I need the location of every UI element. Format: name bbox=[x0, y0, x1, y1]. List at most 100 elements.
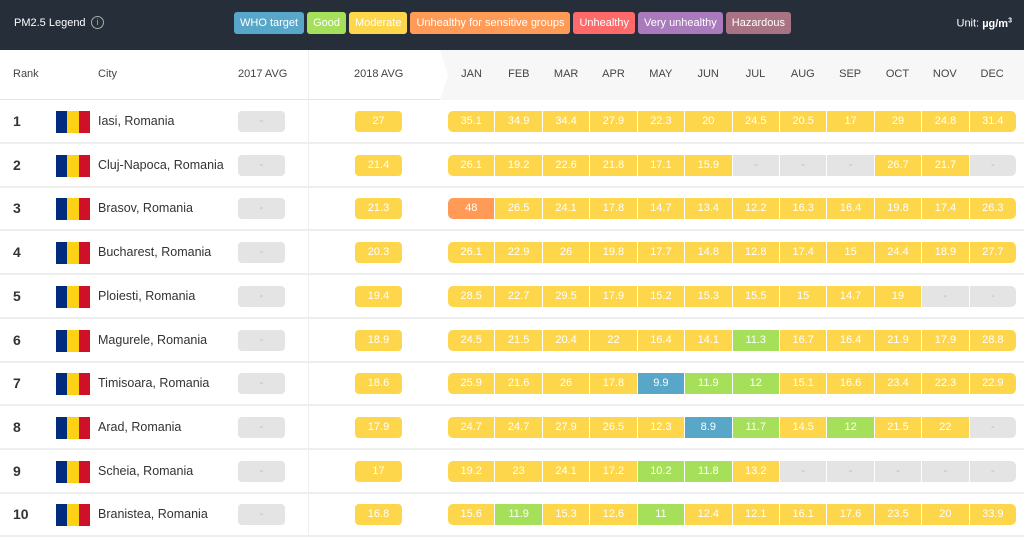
month-cell[interactable]: 23.4 bbox=[874, 373, 923, 395]
month-cell[interactable]: - bbox=[827, 460, 875, 482]
header-month[interactable]: JAN bbox=[448, 68, 495, 80]
month-cell[interactable]: 28.8 bbox=[969, 329, 1016, 351]
month-cell[interactable]: 22.9 bbox=[969, 373, 1016, 395]
month-cell[interactable]: 18.9 bbox=[922, 242, 970, 264]
month-cell[interactable]: - bbox=[827, 154, 875, 176]
legend-chip[interactable]: Good bbox=[307, 12, 346, 34]
month-cell[interactable]: 15 bbox=[827, 242, 875, 264]
month-cell[interactable]: 15.2 bbox=[637, 285, 686, 307]
header-month[interactable]: MAR bbox=[543, 68, 590, 80]
table-row[interactable]: 8 Arad, Romania - 17.9 24.7 24.7 27.9 26.5 1… bbox=[0, 405, 1024, 450]
month-cell[interactable]: - bbox=[922, 460, 970, 482]
month-cell[interactable]: 23.5 bbox=[874, 504, 923, 526]
table-row[interactable]: 9 Scheia, Romania - 17 19.2 23 24.1 17.2 10.… bbox=[0, 449, 1024, 494]
header-rank[interactable]: Rank bbox=[13, 68, 39, 80]
month-cell[interactable]: 22 bbox=[922, 416, 970, 438]
month-cell[interactable]: 17.1 bbox=[637, 154, 686, 176]
city-name[interactable]: Cluj-Napoca, Romania bbox=[98, 158, 226, 172]
month-cell[interactable]: 19.8 bbox=[874, 198, 923, 220]
month-cell[interactable]: 11 bbox=[637, 504, 686, 526]
month-cell[interactable]: 17.4 bbox=[922, 198, 970, 220]
month-cell[interactable]: 26.7 bbox=[874, 154, 923, 176]
city-name[interactable]: Ploiesti, Romania bbox=[98, 289, 226, 303]
month-cell[interactable]: 24.7 bbox=[495, 416, 543, 438]
month-cell[interactable]: 16.1 bbox=[779, 504, 828, 526]
month-cell[interactable]: 16.3 bbox=[779, 198, 828, 220]
header-month[interactable]: JUN bbox=[685, 68, 732, 80]
legend-chip[interactable]: Very unhealthy bbox=[638, 12, 723, 34]
month-cell[interactable]: 21.5 bbox=[874, 416, 923, 438]
city-name[interactable]: Iasi, Romania bbox=[98, 114, 226, 128]
month-cell[interactable]: 20 bbox=[922, 504, 970, 526]
table-row[interactable]: 5 Ploiesti, Romania - 19.4 28.5 22.7 29.5 1… bbox=[0, 274, 1024, 319]
month-cell[interactable]: 26.3 bbox=[969, 198, 1016, 220]
month-cell[interactable]: 12.8 bbox=[732, 242, 780, 264]
city-name[interactable]: Bucharest, Romania bbox=[98, 245, 226, 259]
month-cell[interactable]: - bbox=[969, 460, 1016, 482]
month-cell[interactable]: 22.9 bbox=[495, 242, 543, 264]
month-cell[interactable]: 21.6 bbox=[495, 373, 543, 395]
header-month[interactable]: FEB bbox=[495, 68, 542, 80]
month-cell[interactable]: 15.5 bbox=[732, 285, 780, 307]
month-cell[interactable]: 15.6 bbox=[448, 504, 496, 526]
month-cell[interactable]: 16.4 bbox=[827, 198, 875, 220]
legend-chip[interactable]: Moderate bbox=[349, 12, 408, 34]
city-name[interactable]: Branistea, Romania bbox=[98, 507, 226, 521]
table-row[interactable]: 1 Iasi, Romania - 27 35.1 34.9 34.4 27.9 22.… bbox=[0, 100, 1024, 144]
month-cell[interactable]: 26.1 bbox=[448, 154, 496, 176]
month-cell[interactable]: 26 bbox=[542, 242, 591, 264]
month-cell[interactable]: 12.3 bbox=[637, 416, 686, 438]
month-cell[interactable]: 28.5 bbox=[448, 285, 496, 307]
header-month[interactable]: DEC bbox=[969, 68, 1016, 80]
month-cell[interactable]: 11.9 bbox=[685, 373, 733, 395]
month-cell[interactable]: 12 bbox=[827, 416, 875, 438]
city-name[interactable]: Arad, Romania bbox=[98, 420, 226, 434]
month-cell[interactable]: 27.9 bbox=[542, 416, 591, 438]
month-cell[interactable]: 17.9 bbox=[922, 329, 970, 351]
month-cell[interactable]: 24.8 bbox=[922, 111, 970, 132]
month-cell[interactable]: 22.3 bbox=[922, 373, 970, 395]
month-cell[interactable]: - bbox=[922, 285, 970, 307]
header-city[interactable]: City bbox=[98, 68, 117, 80]
month-cell[interactable]: 15.3 bbox=[685, 285, 733, 307]
month-cell[interactable]: 34.4 bbox=[542, 111, 591, 132]
header-month[interactable]: APR bbox=[590, 68, 637, 80]
month-cell[interactable]: - bbox=[874, 460, 923, 482]
legend-chip[interactable]: Hazardous bbox=[725, 12, 791, 34]
month-cell[interactable]: 19.2 bbox=[495, 154, 543, 176]
header-2017-avg[interactable]: 2017 AVG bbox=[238, 68, 287, 80]
table-row[interactable]: 7 Timisoara, Romania - 18.6 25.9 21.6 26 17… bbox=[0, 362, 1024, 407]
info-icon[interactable]: i bbox=[91, 16, 104, 29]
month-cell[interactable]: 29.5 bbox=[542, 285, 591, 307]
month-cell[interactable]: - bbox=[779, 154, 828, 176]
month-cell[interactable]: 10.2 bbox=[637, 460, 686, 482]
legend-chip[interactable]: Unhealthy for sensitive groups bbox=[410, 12, 571, 34]
month-cell[interactable]: 33.9 bbox=[969, 504, 1016, 526]
header-month[interactable]: AUG bbox=[779, 68, 826, 80]
month-cell[interactable]: - bbox=[732, 154, 780, 176]
month-cell[interactable]: 17.6 bbox=[827, 504, 875, 526]
month-cell[interactable]: 24.1 bbox=[542, 198, 591, 220]
month-cell[interactable]: 26 bbox=[542, 373, 591, 395]
month-cell[interactable]: 17 bbox=[827, 111, 875, 132]
month-cell[interactable]: 11.9 bbox=[495, 504, 543, 526]
month-cell[interactable]: 11.3 bbox=[732, 329, 780, 351]
month-cell[interactable]: 12.2 bbox=[732, 198, 780, 220]
month-cell[interactable]: 26.1 bbox=[448, 242, 496, 264]
table-row[interactable]: 10 Branistea, Romania - 16.8 15.6 11.9 15.… bbox=[0, 493, 1024, 537]
table-row[interactable]: 3 Brasov, Romania - 21.3 48 26.5 24.1 17.8 1… bbox=[0, 187, 1024, 232]
month-cell[interactable]: 12.1 bbox=[732, 504, 780, 526]
month-cell[interactable]: 22 bbox=[590, 329, 638, 351]
month-cell[interactable]: 26.5 bbox=[495, 198, 543, 220]
month-cell[interactable]: 19.2 bbox=[448, 460, 496, 482]
legend-chip[interactable]: WHO target bbox=[234, 12, 305, 34]
month-cell[interactable]: 17.9 bbox=[590, 285, 638, 307]
month-cell[interactable]: 17.8 bbox=[590, 373, 638, 395]
city-name[interactable]: Brasov, Romania bbox=[98, 201, 226, 215]
month-cell[interactable]: 12.4 bbox=[685, 504, 733, 526]
city-name[interactable]: Magurele, Romania bbox=[98, 333, 226, 347]
month-cell[interactable]: - bbox=[969, 416, 1016, 438]
month-cell[interactable]: 14.1 bbox=[685, 329, 733, 351]
header-2018-avg[interactable]: 2018 AVG bbox=[354, 68, 403, 80]
month-cell[interactable]: 17.7 bbox=[637, 242, 686, 264]
